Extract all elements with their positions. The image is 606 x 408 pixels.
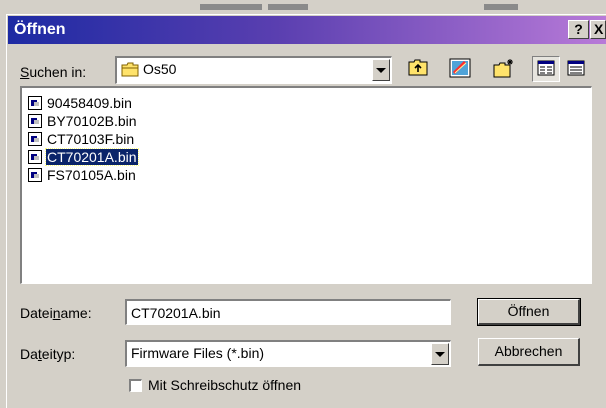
readonly-checkbox[interactable]: [129, 379, 142, 392]
bin-file-icon: [28, 96, 42, 110]
chevron-down-icon: [435, 351, 445, 357]
filetype-label: Dateityp:: [20, 346, 76, 362]
file-name: 90458409.bin: [47, 95, 132, 111]
bin-file-icon: [28, 132, 42, 146]
title-bar[interactable]: [8, 16, 606, 44]
look-in-value: Os50: [143, 61, 177, 77]
look-in-label: Suchen in:: [20, 64, 86, 80]
list-item[interactable]: FS70105A.bin: [28, 166, 137, 184]
readonly-label: Mit Schreibschutz öffnen: [148, 377, 302, 393]
close-button[interactable]: X: [590, 20, 606, 39]
list-view-icon: [537, 60, 555, 79]
open-button[interactable]: Öffnen: [477, 298, 581, 326]
up-folder-icon: [408, 59, 428, 79]
filename-input[interactable]: [125, 299, 451, 325]
file-name: BY70102B.bin: [47, 113, 137, 129]
look-in-label-text: uchen in:: [29, 64, 87, 80]
filetype-combo[interactable]: Firmware Files (*.bin): [125, 340, 451, 367]
file-name: CT70201A.bin: [45, 148, 139, 166]
dialog-title: Öffnen: [14, 21, 66, 38]
list-item-selected[interactable]: CT70201A.bin: [28, 148, 139, 166]
up-one-level-button[interactable]: [404, 56, 432, 82]
desktop-icon: [449, 58, 471, 81]
list-item[interactable]: BY70102B.bin: [28, 112, 138, 130]
list-view-button[interactable]: [532, 56, 560, 82]
new-folder-icon: [493, 58, 515, 81]
chevron-down-icon: [376, 67, 386, 73]
list-item[interactable]: 90458409.bin: [28, 94, 133, 112]
desktop-button[interactable]: [446, 56, 474, 82]
look-in-accesskey: S: [20, 64, 30, 80]
file-name: CT70103F.bin: [47, 131, 135, 147]
filetype-dropdown-button[interactable]: [431, 343, 449, 365]
help-button[interactable]: ?: [568, 20, 589, 39]
look-in-dropdown-button[interactable]: [372, 59, 390, 81]
cancel-button[interactable]: Abbrechen: [478, 338, 580, 366]
background-window-strip: [0, 0, 606, 15]
look-in-combo[interactable]: Os50: [115, 56, 392, 84]
file-list[interactable]: 90458409.bin BY70102B.bin CT70103F.bin C…: [20, 86, 592, 284]
bin-file-icon: [28, 150, 42, 164]
filetype-value: Firmware Files (*.bin): [131, 345, 265, 361]
bin-file-icon: [28, 168, 42, 182]
details-view-button[interactable]: [562, 56, 590, 82]
filename-label: Dateiname:: [20, 305, 92, 321]
details-view-icon: [567, 60, 585, 79]
bin-file-icon: [28, 114, 42, 128]
list-item[interactable]: CT70103F.bin: [28, 130, 135, 148]
folder-icon: [121, 62, 139, 80]
new-folder-button[interactable]: [490, 56, 518, 82]
file-name: FS70105A.bin: [47, 167, 136, 183]
